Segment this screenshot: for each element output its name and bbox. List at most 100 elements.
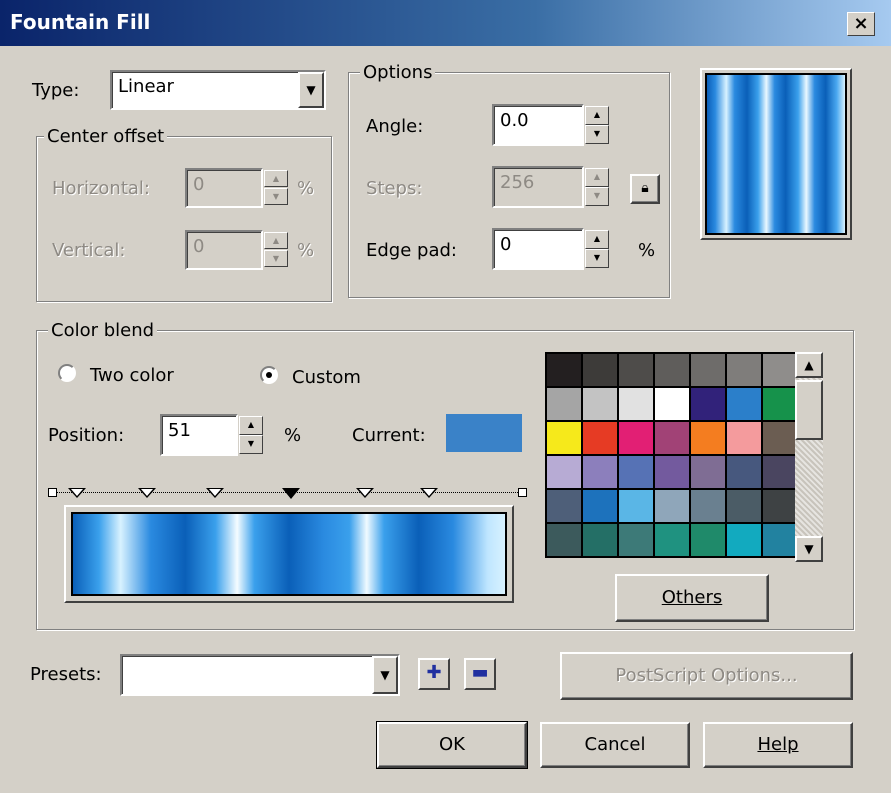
palette-swatch[interactable]	[763, 524, 797, 556]
palette-swatch[interactable]	[655, 490, 689, 522]
palette-swatch[interactable]	[763, 388, 797, 420]
palette-swatch[interactable]	[547, 456, 581, 488]
custom-label[interactable]: Custom	[292, 367, 361, 388]
spin-up-icon[interactable]: ▲	[585, 106, 609, 125]
presets-dropdown-arrow-icon[interactable]: ▼	[372, 656, 398, 694]
horizontal-label: Horizontal:	[52, 178, 150, 199]
palette-swatch[interactable]	[763, 456, 797, 488]
horizontal-input[interactable]: 0	[185, 168, 263, 208]
palette-swatch[interactable]	[619, 388, 653, 420]
spin-down-icon[interactable]: ▼	[585, 125, 609, 144]
angle-input[interactable]: 0.0	[492, 104, 584, 146]
spin-down-icon[interactable]: ▼	[585, 187, 609, 206]
spin-down-icon[interactable]: ▼	[264, 188, 288, 205]
palette-swatch[interactable]	[655, 388, 689, 420]
scroll-thumb[interactable]	[795, 380, 823, 440]
ok-button[interactable]: OK	[376, 721, 528, 769]
color-marker[interactable]	[138, 488, 156, 498]
start-node[interactable]	[48, 488, 57, 497]
steps-input[interactable]: 256	[492, 166, 584, 208]
palette-swatch[interactable]	[691, 456, 725, 488]
close-button[interactable]: ×	[847, 12, 875, 36]
spin-down-icon[interactable]: ▼	[239, 435, 263, 454]
position-input[interactable]: 51	[160, 414, 238, 456]
palette-scrollbar[interactable]: ▲ ▼	[795, 352, 823, 562]
palette-swatch[interactable]	[583, 388, 617, 420]
help-button[interactable]: Help	[703, 722, 853, 768]
palette-swatch[interactable]	[547, 388, 581, 420]
spin-up-icon[interactable]: ▲	[585, 168, 609, 187]
position-spinner[interactable]: ▲ ▼	[239, 416, 263, 454]
palette-swatch[interactable]	[547, 354, 581, 386]
type-dropdown-arrow-icon[interactable]: ▼	[298, 72, 324, 108]
palette-swatch[interactable]	[619, 354, 653, 386]
selected-color-marker[interactable]	[282, 488, 300, 499]
palette-swatch[interactable]	[583, 422, 617, 454]
palette-swatch[interactable]	[655, 422, 689, 454]
spin-up-icon[interactable]: ▲	[585, 230, 609, 249]
palette-swatch[interactable]	[547, 490, 581, 522]
color-marker[interactable]	[420, 488, 438, 498]
palette-swatch[interactable]	[727, 524, 761, 556]
edge-pad-spinner[interactable]: ▲ ▼	[585, 230, 609, 268]
palette-swatch[interactable]	[655, 456, 689, 488]
end-node[interactable]	[518, 488, 527, 497]
horizontal-spinner[interactable]: ▲ ▼	[264, 170, 288, 206]
palette-swatch[interactable]	[727, 490, 761, 522]
palette-swatch[interactable]	[763, 422, 797, 454]
position-label: Position:	[48, 425, 125, 446]
edge-pad-input[interactable]: 0	[492, 228, 584, 270]
palette-swatch[interactable]	[763, 490, 797, 522]
steps-spinner[interactable]: ▲ ▼	[585, 168, 609, 206]
spin-up-icon[interactable]: ▲	[264, 232, 288, 249]
palette-swatch[interactable]	[583, 354, 617, 386]
scroll-up-arrow-icon[interactable]: ▲	[795, 352, 823, 378]
spin-down-icon[interactable]: ▼	[585, 249, 609, 268]
palette-swatch[interactable]	[583, 524, 617, 556]
color-palette[interactable]	[545, 352, 799, 558]
spin-down-icon[interactable]: ▼	[264, 250, 288, 267]
blend-gradient-bar[interactable]	[64, 505, 514, 603]
spin-up-icon[interactable]: ▲	[239, 416, 263, 435]
palette-swatch[interactable]	[691, 422, 725, 454]
custom-radio[interactable]	[260, 366, 278, 384]
palette-swatch[interactable]	[619, 524, 653, 556]
angle-spinner[interactable]: ▲ ▼	[585, 106, 609, 144]
palette-swatch[interactable]	[691, 490, 725, 522]
postscript-options-button[interactable]: PostScript Options...	[560, 652, 853, 700]
palette-swatch[interactable]	[727, 422, 761, 454]
palette-swatch[interactable]	[619, 456, 653, 488]
palette-swatch[interactable]	[691, 388, 725, 420]
palette-swatch[interactable]	[619, 490, 653, 522]
palette-swatch[interactable]	[547, 524, 581, 556]
vertical-spinner[interactable]: ▲ ▼	[264, 232, 288, 268]
cancel-button[interactable]: Cancel	[540, 722, 690, 768]
color-marker[interactable]	[206, 488, 224, 498]
palette-swatch[interactable]	[691, 354, 725, 386]
add-preset-button[interactable]: ✚	[418, 658, 450, 690]
remove-preset-button[interactable]: ▬	[464, 658, 496, 690]
spin-up-icon[interactable]: ▲	[264, 170, 288, 187]
type-select[interactable]: Linear ▼	[110, 70, 326, 110]
scroll-down-arrow-icon[interactable]: ▼	[795, 536, 823, 562]
steps-lock-button[interactable]: 🔒︎	[630, 174, 660, 204]
palette-swatch[interactable]	[727, 456, 761, 488]
color-marker[interactable]	[356, 488, 374, 498]
palette-swatch[interactable]	[583, 456, 617, 488]
others-button[interactable]: Others	[615, 574, 769, 622]
palette-swatch[interactable]	[619, 422, 653, 454]
current-color-swatch[interactable]	[446, 414, 522, 452]
palette-swatch[interactable]	[727, 354, 761, 386]
palette-swatch[interactable]	[655, 354, 689, 386]
vertical-input[interactable]: 0	[185, 230, 263, 270]
palette-swatch[interactable]	[655, 524, 689, 556]
two-color-radio[interactable]	[58, 364, 76, 382]
color-marker[interactable]	[68, 488, 86, 498]
palette-swatch[interactable]	[763, 354, 797, 386]
presets-combobox[interactable]: ▼	[120, 654, 400, 696]
palette-swatch[interactable]	[691, 524, 725, 556]
palette-swatch[interactable]	[583, 490, 617, 522]
two-color-label[interactable]: Two color	[90, 365, 174, 386]
palette-swatch[interactable]	[727, 388, 761, 420]
palette-swatch[interactable]	[547, 422, 581, 454]
